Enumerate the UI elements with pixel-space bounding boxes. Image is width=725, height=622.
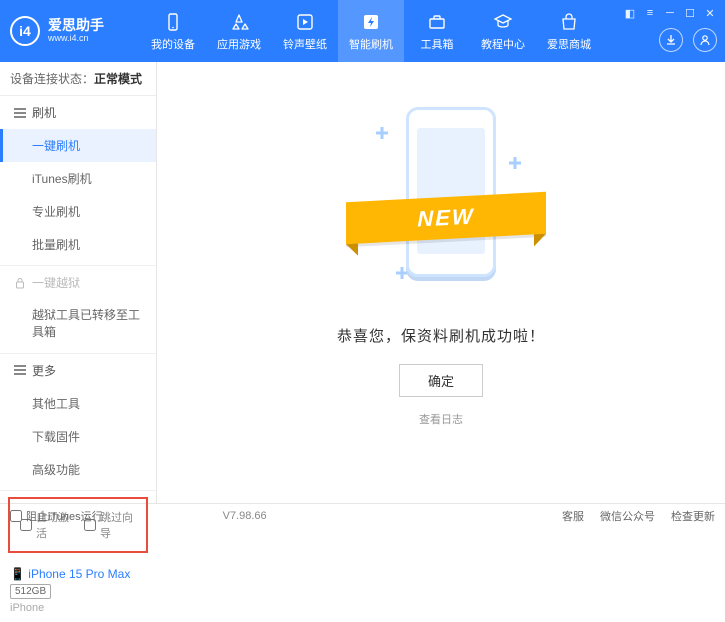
view-log-link[interactable]: 查看日志 [419,411,463,427]
phone-illustration: NEW [366,107,516,307]
device-type: iPhone [10,602,146,614]
apps-icon [228,11,250,33]
nav-tutorial[interactable]: 教程中心 [470,0,536,62]
window-controls: ◧ ≡ ─ ☐ ✕ [623,6,717,20]
footer-link[interactable]: 检查更新 [671,508,715,524]
sidebar-item[interactable]: 越狱工具已转移至工具箱 [0,299,156,349]
device-icon [162,11,184,33]
download-button[interactable] [659,28,683,52]
minimize-icon[interactable]: ─ [663,6,677,20]
nav-device[interactable]: 我的设备 [140,0,206,62]
footer-link[interactable]: 客服 [562,508,584,524]
sidebar-item[interactable]: 下载固件 [0,420,156,453]
nav-toolbox[interactable]: 工具箱 [404,0,470,62]
success-message: 恭喜您，保资料刷机成功啦！ [337,325,545,346]
sidebar-item[interactable]: iTunes刷机 [0,162,156,195]
nav-store[interactable]: 爱思商城 [536,0,602,62]
nav-flash[interactable]: 智能刷机 [338,0,404,62]
app-header: i4 爱思助手 www.i4.cn 我的设备应用游戏铃声壁纸智能刷机工具箱教程中… [0,0,725,62]
main-nav: 我的设备应用游戏铃声壁纸智能刷机工具箱教程中心爱思商城 [140,0,602,62]
main-content: NEW 恭喜您，保资料刷机成功啦！ 确定 查看日志 [157,62,725,503]
section-更多[interactable]: 更多 [0,354,156,387]
store-icon [558,11,580,33]
menu-icon [14,363,26,377]
version-label: V7.98.66 [223,510,267,522]
app-title: 爱思助手 [48,18,104,33]
logo-icon: i4 [10,16,40,46]
block-itunes-checkbox[interactable]: 阻止iTunes运行 [10,508,103,524]
conn-label: 设备连接状态： [10,72,94,86]
section-刷机[interactable]: 刷机 [0,96,156,129]
device-info[interactable]: 📱 iPhone 15 Pro Max 512GB iPhone [0,559,156,622]
options-highlight-box: 自动激活 跳过向导 [8,497,148,553]
sidebar-item[interactable]: 其他工具 [0,387,156,420]
maximize-icon[interactable]: ☐ [683,6,697,20]
sidebar-item[interactable]: 批量刷机 [0,228,156,261]
media-icon [294,11,316,33]
app-url: www.i4.cn [48,34,104,44]
conn-value: 正常模式 [94,72,142,86]
nav-media[interactable]: 铃声壁纸 [272,0,338,62]
logo-area: i4 爱思助手 www.i4.cn [10,16,140,46]
flash-icon [360,11,382,33]
sidebar-item[interactable]: 高级功能 [0,453,156,486]
new-ribbon: NEW [346,192,546,244]
connection-status: 设备连接状态：正常模式 [0,62,156,96]
section-一键越狱[interactable]: 一键越狱 [0,266,156,299]
sidebar-item[interactable]: 一键刷机 [0,129,156,162]
user-button[interactable] [693,28,717,52]
device-storage: 512GB [10,584,51,599]
menu-icon [14,106,26,120]
ok-button[interactable]: 确定 [399,364,483,397]
footer-link[interactable]: 微信公众号 [600,508,655,524]
nav-apps[interactable]: 应用游戏 [206,0,272,62]
tutorial-icon [492,11,514,33]
lock-icon [14,277,26,289]
skin-icon[interactable]: ◧ [623,6,637,20]
menu-icon[interactable]: ≡ [643,6,657,20]
sidebar-item[interactable]: 专业刷机 [0,195,156,228]
toolbox-icon [426,11,448,33]
close-icon[interactable]: ✕ [703,6,717,20]
device-name: iPhone 15 Pro Max [28,567,130,581]
sidebar: 设备连接状态：正常模式 刷机一键刷机iTunes刷机专业刷机批量刷机一键越狱越狱… [0,62,157,503]
